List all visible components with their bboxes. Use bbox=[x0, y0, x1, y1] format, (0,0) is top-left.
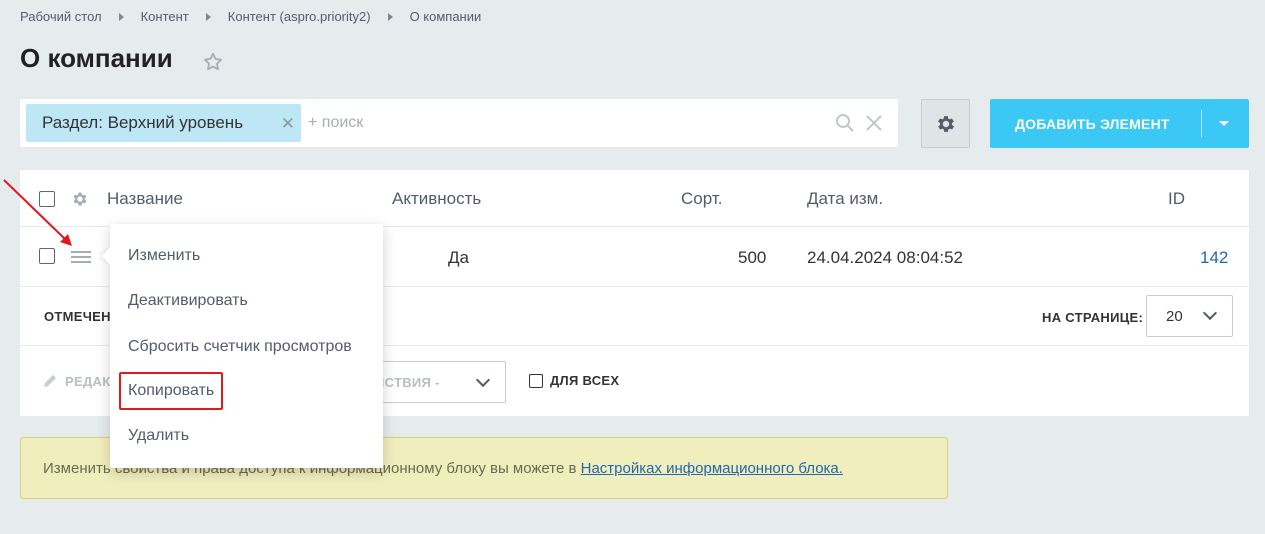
menu-item-edit[interactable]: Изменить bbox=[128, 247, 200, 265]
breadcrumb-content[interactable]: Контент bbox=[141, 9, 189, 24]
column-modified[interactable]: Дата изм. bbox=[807, 189, 883, 209]
filter-chip-section[interactable]: Раздел: Верхний уровень ✕ bbox=[26, 104, 301, 142]
filter-settings-button[interactable] bbox=[921, 99, 970, 148]
breadcrumb-content-aspro[interactable]: Контент (aspro.priority2) bbox=[228, 9, 371, 24]
row-context-menu: Изменить Деактивировать Сбросить счетчик… bbox=[101, 224, 383, 468]
column-sort[interactable]: Сорт. bbox=[681, 189, 722, 209]
per-page-select[interactable]: 20 bbox=[1146, 295, 1233, 337]
menu-item-deactivate[interactable]: Деактивировать bbox=[128, 292, 248, 310]
marked-count-label: ОТМЕЧЕН bbox=[44, 309, 111, 324]
add-element-label: ДОБАВИТЬ ЭЛЕМЕНТ bbox=[1015, 115, 1170, 132]
filter-bar[interactable]: Раздел: Верхний уровень ✕ + поиск bbox=[20, 99, 898, 147]
for-all-checkbox[interactable] bbox=[529, 374, 543, 388]
breadcrumb-separator-icon bbox=[118, 12, 124, 21]
filter-chip-label: Раздел: Верхний уровень bbox=[42, 113, 244, 132]
cell-id-link[interactable]: 142 bbox=[1200, 248, 1228, 268]
search-input[interactable]: + поиск bbox=[308, 114, 363, 132]
column-active[interactable]: Активность bbox=[392, 189, 481, 209]
column-name[interactable]: Название bbox=[107, 189, 183, 209]
clear-icon[interactable] bbox=[865, 114, 883, 132]
grid-header: Название Активность Сорт. Дата изм. ID bbox=[20, 170, 1249, 227]
for-all-label[interactable]: ДЛЯ ВСЕХ bbox=[550, 373, 619, 388]
breadcrumb-desktop[interactable]: Рабочий стол bbox=[20, 9, 102, 24]
cell-sort: 500 bbox=[738, 248, 767, 267]
edit-action-label: РЕДАК bbox=[65, 373, 111, 389]
close-icon[interactable]: ✕ bbox=[281, 114, 295, 134]
button-divider bbox=[1201, 110, 1202, 137]
edit-action-button[interactable]: РЕДАК bbox=[42, 373, 110, 389]
iblock-settings-link[interactable]: Настройках информационного блока. bbox=[581, 460, 843, 477]
column-id[interactable]: ID bbox=[1168, 189, 1185, 209]
cell-active: Да bbox=[448, 248, 469, 267]
cell-modified: 24.04.2024 08:04:52 bbox=[807, 248, 963, 267]
breadcrumb-separator-icon bbox=[205, 12, 211, 21]
star-icon[interactable] bbox=[202, 51, 224, 73]
chevron-down-icon bbox=[1202, 305, 1218, 321]
annotation-arrow-icon bbox=[3, 179, 72, 246]
menu-item-delete[interactable]: Удалить bbox=[128, 427, 189, 445]
breadcrumb-current: О компании bbox=[409, 9, 482, 24]
chevron-down-icon[interactable] bbox=[1219, 121, 1229, 126]
copy-highlight-box bbox=[119, 372, 223, 410]
add-element-button[interactable]: ДОБАВИТЬ ЭЛЕМЕНТ bbox=[990, 99, 1249, 148]
search-icon[interactable] bbox=[835, 113, 855, 133]
gear-icon bbox=[937, 115, 954, 132]
per-page-label: НА СТРАНИЦЕ: bbox=[1042, 310, 1144, 325]
menu-item-reset-views[interactable]: Сбросить счетчик просмотров bbox=[128, 338, 352, 356]
per-page-value: 20 bbox=[1166, 308, 1183, 325]
page-title: О компании bbox=[20, 43, 173, 73]
breadcrumb: Рабочий стол Контент Контент (aspro.prio… bbox=[20, 9, 481, 24]
breadcrumb-separator-icon bbox=[387, 12, 393, 21]
chevron-down-icon bbox=[475, 372, 491, 388]
pencil-icon bbox=[44, 375, 56, 387]
